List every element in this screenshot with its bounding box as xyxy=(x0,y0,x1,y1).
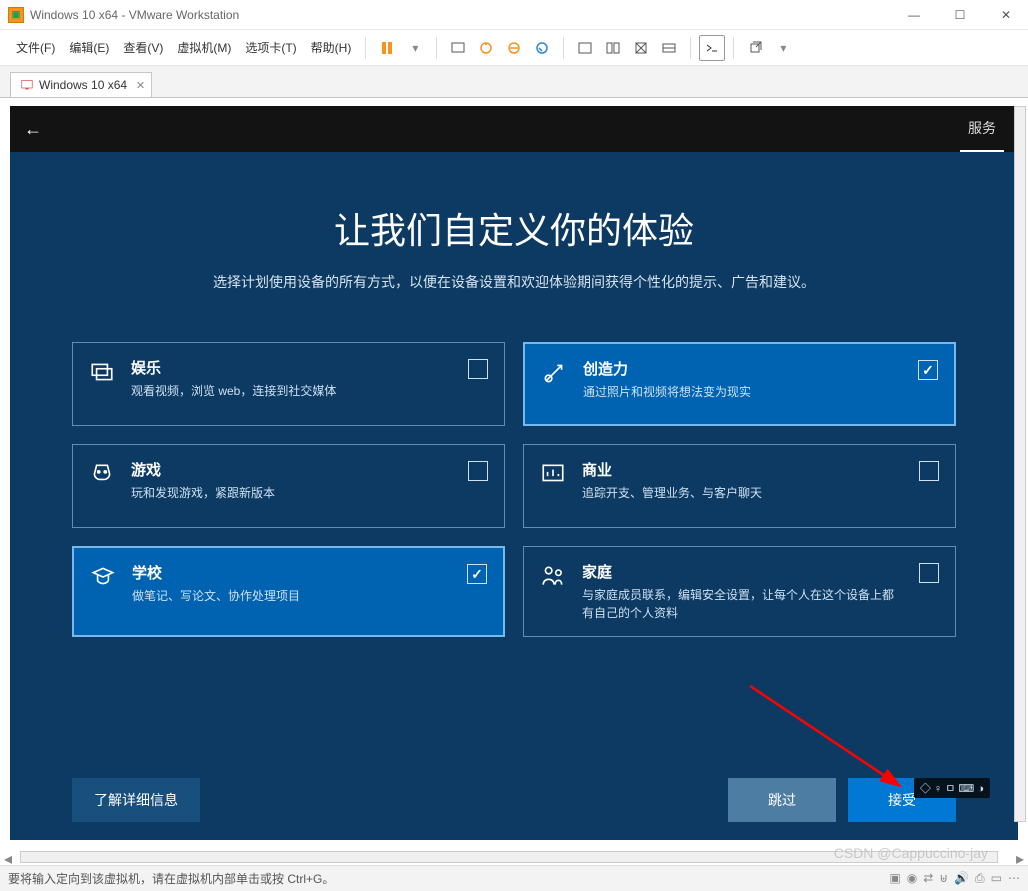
tile-title: 创造力 xyxy=(583,358,900,379)
popout-icon[interactable] xyxy=(742,35,768,61)
more-icon[interactable]: ⋯ xyxy=(1008,871,1020,886)
tile-checkbox[interactable] xyxy=(918,360,938,380)
tile-title: 家庭 xyxy=(582,561,901,582)
back-button[interactable]: ← xyxy=(24,119,42,140)
tile-checkbox[interactable] xyxy=(468,359,488,379)
windows-tray: ◇ ♀ ㅁ ⌨ ◑ xyxy=(914,778,990,798)
window-title: Windows 10 x64 - VMware Workstation xyxy=(30,8,239,22)
vm-viewport: ← 服务 让我们自定义你的体验 选择计划使用设备的所有方式，以便在设备设置和欢迎… xyxy=(0,98,1028,840)
tile-checkbox[interactable] xyxy=(919,461,939,481)
tile-checkbox[interactable] xyxy=(919,563,939,583)
tile-desc: 通过照片和视频将想法变为现实 xyxy=(583,383,900,401)
oobe-topbar: ← 服务 xyxy=(10,106,1018,152)
vm-screen[interactable]: ← 服务 让我们自定义你的体验 选择计划使用设备的所有方式，以便在设备设置和欢迎… xyxy=(10,106,1018,840)
menu-edit[interactable]: 编辑(E) xyxy=(63,35,115,60)
snapshot-revert-icon[interactable] xyxy=(529,35,555,61)
tile-desc: 追踪开支、管理业务、与客户聊天 xyxy=(582,484,901,502)
tile-gaming[interactable]: 游戏玩和发现游戏，紧跟新版本 xyxy=(72,444,505,528)
oobe-footer: 了解详细信息 跳过 接受 xyxy=(72,778,956,822)
scroll-left-icon[interactable]: ◂ xyxy=(0,849,16,865)
printer-icon[interactable]: ⎙ xyxy=(975,871,985,886)
statusbar: ◂ ▸ xyxy=(0,849,1028,865)
display-icon[interactable]: ▭ xyxy=(991,871,1002,886)
menu-file[interactable]: 文件(F) xyxy=(10,35,61,60)
vmware-logo-icon: ▣ xyxy=(8,7,24,23)
tile-creativity[interactable]: 创造力通过照片和视频将想法变为现实 xyxy=(523,342,956,426)
expand-icon[interactable] xyxy=(628,35,654,61)
disk-icon[interactable]: ▣ xyxy=(889,871,900,886)
scrollbar-horizontal[interactable] xyxy=(20,851,998,863)
sound-icon[interactable]: 🔊 xyxy=(954,871,969,886)
status-hint: 要将输入定向到该虚拟机，请在虚拟机内部单击或按 Ctrl+G。 xyxy=(8,870,334,887)
pause-icon[interactable] xyxy=(374,35,400,61)
scrollbar-vertical[interactable] xyxy=(1014,106,1026,822)
usb-icon[interactable]: ⊎ xyxy=(939,871,948,886)
titlebar: ▣ Windows 10 x64 - VMware Workstation — … xyxy=(0,0,1028,30)
menu-vm[interactable]: 虚拟机(M) xyxy=(171,35,237,60)
menubar: 文件(F) 编辑(E) 查看(V) 虚拟机(M) 选项卡(T) 帮助(H) ▾ … xyxy=(0,30,1028,66)
tab-close-icon[interactable]: ✕ xyxy=(136,79,145,92)
tab-label: Windows 10 x64 xyxy=(39,78,127,92)
tile-family[interactable]: 家庭与家庭成员联系，编辑安全设置，让每个人在这个设备上都有自己的个人资料 xyxy=(523,546,956,637)
oobe-phase-label: 服务 xyxy=(960,106,1004,152)
tile-desc: 玩和发现游戏，紧跟新版本 xyxy=(131,484,450,502)
learn-more-button[interactable]: 了解详细信息 xyxy=(72,778,200,822)
tile-business[interactable]: 商业追踪开支、管理业务、与客户聊天 xyxy=(523,444,956,528)
tile-entertainment[interactable]: 娱乐观看视频，浏览 web，连接到社交媒体 xyxy=(72,342,505,426)
tile-desc: 观看视频，浏览 web，连接到社交媒体 xyxy=(131,382,450,400)
gaming-icon xyxy=(89,461,115,487)
entertainment-icon xyxy=(89,359,115,385)
tile-desc: 做笔记、写论文、协作处理项目 xyxy=(132,587,449,605)
oobe-subtitle: 选择计划使用设备的所有方式，以便在设备设置和欢迎体验期间获得个性化的提示、广告和… xyxy=(72,272,956,292)
snapshot-icon[interactable] xyxy=(473,35,499,61)
menu-view[interactable]: 查看(V) xyxy=(117,35,169,60)
console-icon[interactable] xyxy=(699,35,725,61)
scroll-right-icon[interactable]: ▸ xyxy=(1012,849,1028,865)
menu-help[interactable]: 帮助(H) xyxy=(305,35,358,60)
tile-checkbox[interactable] xyxy=(468,461,488,481)
minimize-button[interactable]: — xyxy=(900,8,928,22)
dropdown2-icon[interactable]: ▾ xyxy=(770,35,796,61)
bottom-statusbar: 要将输入定向到该虚拟机，请在虚拟机内部单击或按 Ctrl+G。 ▣ ◉ ⇄ ⊎ … xyxy=(0,865,1028,891)
net-icon[interactable]: ⇄ xyxy=(923,871,933,886)
school-icon xyxy=(90,564,116,590)
family-icon xyxy=(540,563,566,589)
tabbar: Windows 10 x64 ✕ xyxy=(0,66,1028,98)
monitor-icon xyxy=(21,79,33,91)
tile-desc: 与家庭成员联系，编辑安全设置，让每个人在这个设备上都有自己的个人资料 xyxy=(582,586,901,622)
fullscreen-icon[interactable] xyxy=(572,35,598,61)
creativity-icon xyxy=(541,360,567,386)
tile-title: 娱乐 xyxy=(131,357,450,378)
tab-windows10[interactable]: Windows 10 x64 ✕ xyxy=(10,72,152,97)
cd-icon[interactable]: ◉ xyxy=(907,871,917,886)
close-button[interactable]: ✕ xyxy=(992,8,1020,22)
tile-school[interactable]: 学校做笔记、写论文、协作处理项目 xyxy=(72,546,505,637)
tiles-grid: 娱乐观看视频，浏览 web，连接到社交媒体创造力通过照片和视频将想法变为现实游戏… xyxy=(72,342,956,637)
tile-title: 商业 xyxy=(582,459,901,480)
status-device-icons: ▣ ◉ ⇄ ⊎ 🔊 ⎙ ▭ ⋯ xyxy=(889,871,1020,886)
tile-title: 游戏 xyxy=(131,459,450,480)
tile-title: 学校 xyxy=(132,562,449,583)
menu-tabs[interactable]: 选项卡(T) xyxy=(239,35,302,60)
business-icon xyxy=(540,461,566,487)
snapshot-manage-icon[interactable] xyxy=(501,35,527,61)
dropdown-icon[interactable]: ▾ xyxy=(402,35,428,61)
tile-checkbox[interactable] xyxy=(467,564,487,584)
maximize-button[interactable]: ☐ xyxy=(946,8,974,22)
stretch-icon[interactable] xyxy=(656,35,682,61)
oobe-heading: 让我们自定义你的体验 xyxy=(72,202,956,254)
unity-icon[interactable] xyxy=(600,35,626,61)
skip-button[interactable]: 跳过 xyxy=(728,778,836,822)
send-ctrl-alt-del-icon[interactable] xyxy=(445,35,471,61)
oobe-content: 让我们自定义你的体验 选择计划使用设备的所有方式，以便在设备设置和欢迎体验期间获… xyxy=(10,152,1018,637)
